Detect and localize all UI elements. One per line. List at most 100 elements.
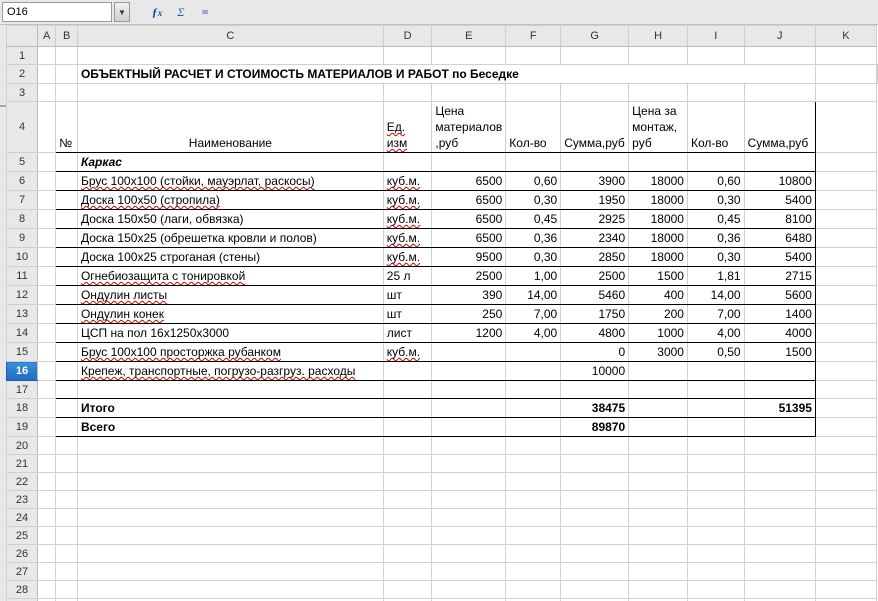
- cell-price-mont[interactable]: 18000: [629, 229, 687, 247]
- col-header[interactable]: F: [506, 26, 561, 47]
- cell-price-mont[interactable]: 18000: [629, 210, 687, 228]
- cell-qty2[interactable]: 0,45: [688, 210, 744, 228]
- row-header[interactable]: 3: [7, 84, 38, 102]
- cell-sum[interactable]: 5460: [561, 286, 628, 304]
- cell-sum2[interactable]: 8100: [745, 210, 815, 228]
- cell-qty[interactable]: [506, 370, 560, 372]
- cell-sum2[interactable]: 6480: [745, 229, 815, 247]
- row-header[interactable]: 15: [7, 343, 38, 362]
- select-all-corner[interactable]: [7, 26, 38, 47]
- cell-name[interactable]: Доска 100х25 строганая (стены): [78, 248, 383, 266]
- cell-unit[interactable]: лист: [384, 324, 432, 342]
- cell-unit[interactable]: шт: [384, 305, 432, 323]
- row-header[interactable]: 20: [7, 437, 38, 455]
- row-header[interactable]: 1: [7, 47, 38, 65]
- cell-sum[interactable]: 3900: [561, 172, 628, 190]
- cell-price[interactable]: 6500: [432, 229, 505, 247]
- cell-qty2[interactable]: 0,30: [688, 248, 744, 266]
- cell-qty[interactable]: 0,45: [506, 210, 560, 228]
- cell-name[interactable]: Доска 150х25 (обрешетка кровли и полов): [78, 229, 383, 247]
- cell-qty[interactable]: 0,30: [506, 248, 560, 266]
- col-header[interactable]: K: [815, 26, 876, 47]
- sum-button[interactable]: Σ: [170, 2, 192, 22]
- row-header[interactable]: 8: [7, 210, 38, 229]
- row-header[interactable]: 27: [7, 563, 38, 581]
- cell-sum2[interactable]: 5600: [745, 286, 815, 304]
- row-header[interactable]: 23: [7, 491, 38, 509]
- row-header[interactable]: 7: [7, 191, 38, 210]
- cell-price-mont[interactable]: [629, 370, 687, 372]
- cell-name[interactable]: ЦСП на пол 16х1250х3000: [78, 324, 383, 342]
- cell-qty2[interactable]: 14,00: [688, 286, 744, 304]
- cell-price-mont[interactable]: 1500: [629, 267, 687, 285]
- cell-sum[interactable]: 2340: [561, 229, 628, 247]
- cell-sum[interactable]: 10000: [561, 362, 628, 380]
- cell-sum2[interactable]: 2715: [745, 267, 815, 285]
- col-header[interactable]: A: [38, 26, 56, 47]
- sheet-area[interactable]: A B C D E F G H I J K 1 2 ОБЪЕКТНЫЙ РАСЧ…: [0, 25, 878, 601]
- row-header[interactable]: 10: [7, 248, 38, 267]
- row-header[interactable]: 2: [7, 65, 38, 84]
- col-header[interactable]: D: [383, 26, 432, 47]
- cell-sum2[interactable]: 4000: [745, 324, 815, 342]
- row-header[interactable]: 18: [7, 399, 38, 418]
- row-header[interactable]: 4: [7, 102, 38, 153]
- row-header[interactable]: 5: [7, 153, 38, 172]
- cell-name[interactable]: Крепеж, транспортные, погрузо-разгруз. р…: [78, 362, 383, 380]
- cell-unit[interactable]: шт: [384, 286, 432, 304]
- cell-unit[interactable]: 25 л: [384, 267, 432, 285]
- cell-qty[interactable]: 1,00: [506, 267, 560, 285]
- row-header[interactable]: 6: [7, 172, 38, 191]
- col-header[interactable]: B: [56, 26, 78, 47]
- cell-sum2[interactable]: [745, 370, 815, 372]
- cell-sum2[interactable]: 5400: [745, 248, 815, 266]
- cell-qty2[interactable]: 7,00: [688, 305, 744, 323]
- row-header[interactable]: 9: [7, 229, 38, 248]
- cell-price-mont[interactable]: 200: [629, 305, 687, 323]
- cell-sum[interactable]: 4800: [561, 324, 628, 342]
- cell-unit[interactable]: куб.м.: [384, 248, 432, 266]
- cell-qty2[interactable]: 0,30: [688, 191, 744, 209]
- cell-price-mont[interactable]: 18000: [629, 191, 687, 209]
- cell-price-mont[interactable]: 3000: [629, 343, 687, 361]
- cell-unit[interactable]: куб.м.: [384, 191, 432, 209]
- cell-price[interactable]: [432, 370, 505, 372]
- row-header[interactable]: 13: [7, 305, 38, 324]
- col-header[interactable]: E: [432, 26, 506, 47]
- col-header[interactable]: H: [629, 26, 688, 47]
- row-header[interactable]: 24: [7, 509, 38, 527]
- col-header[interactable]: J: [744, 26, 815, 47]
- cell-name[interactable]: Брус 100х100 просторжка рубанком: [78, 343, 383, 361]
- cell-sum2[interactable]: 10800: [745, 172, 815, 190]
- cell-name[interactable]: Доска 100х50 (стропила): [78, 191, 383, 209]
- name-box-dropdown[interactable]: ▼: [114, 2, 130, 22]
- spreadsheet-grid[interactable]: A B C D E F G H I J K 1 2 ОБЪЕКТНЫЙ РАСЧ…: [6, 25, 878, 601]
- cell-qty2[interactable]: 0,60: [688, 172, 744, 190]
- cell-qty[interactable]: 4,00: [506, 324, 560, 342]
- row-header[interactable]: 14: [7, 324, 38, 343]
- col-header[interactable]: C: [77, 26, 383, 47]
- function-wizard-button[interactable]: ƒx: [146, 2, 168, 22]
- cell-price-mont[interactable]: 400: [629, 286, 687, 304]
- col-header[interactable]: G: [561, 26, 629, 47]
- name-box[interactable]: O16: [2, 2, 112, 22]
- cell-qty[interactable]: 0,36: [506, 229, 560, 247]
- cell-sum[interactable]: 2500: [561, 267, 628, 285]
- cell-sum[interactable]: 2925: [561, 210, 628, 228]
- cell-price[interactable]: 6500: [432, 172, 505, 190]
- cell-qty[interactable]: 14,00: [506, 286, 560, 304]
- row-header[interactable]: 16: [7, 362, 38, 381]
- cell-name[interactable]: Брус 100х100 (стойки, мауэрлат, раскосы): [78, 172, 383, 190]
- row-header[interactable]: 17: [7, 381, 38, 399]
- cell-price-mont[interactable]: 18000: [629, 248, 687, 266]
- cell-sum[interactable]: 2850: [561, 248, 628, 266]
- cell-price[interactable]: [432, 351, 505, 353]
- cell-price[interactable]: 6500: [432, 191, 505, 209]
- cell-price[interactable]: 250: [432, 305, 505, 323]
- cell-name[interactable]: Ондулин конек: [78, 305, 383, 323]
- cell-sum[interactable]: 1750: [561, 305, 628, 323]
- cell-price[interactable]: 2500: [432, 267, 505, 285]
- row-header[interactable]: 26: [7, 545, 38, 563]
- cell-qty2[interactable]: 1,81: [688, 267, 744, 285]
- cell-unit[interactable]: куб.м.: [384, 172, 432, 190]
